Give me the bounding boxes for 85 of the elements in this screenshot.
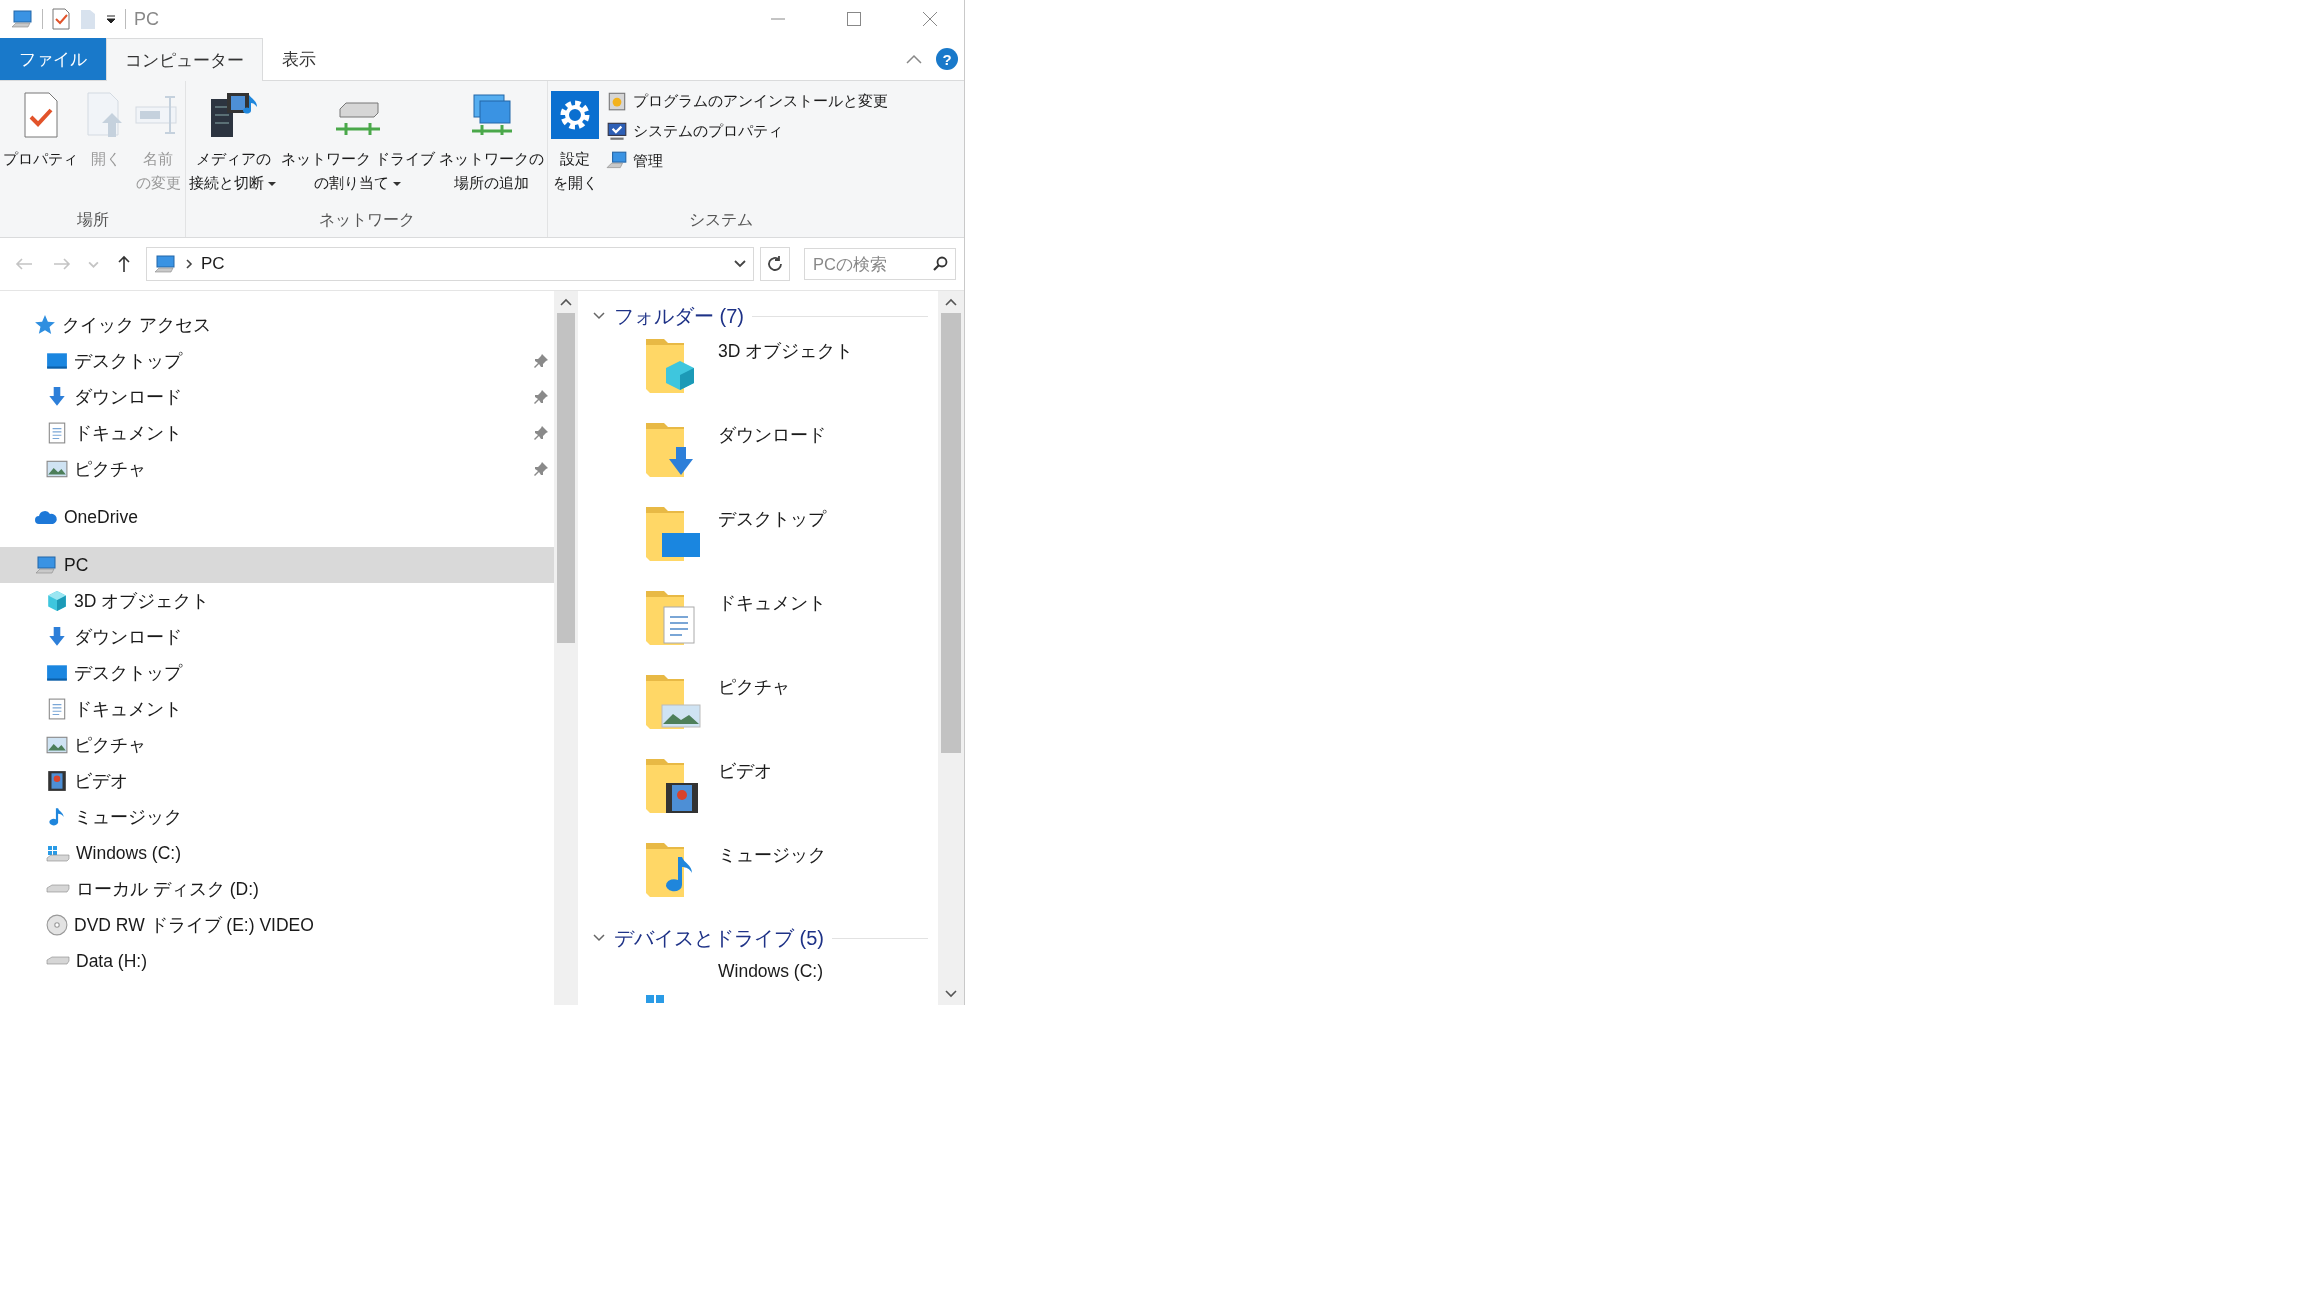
nav-item[interactable]: ダウンロード bbox=[0, 619, 554, 655]
nav-item[interactable]: クイック アクセス bbox=[0, 307, 554, 343]
pin-icon[interactable] bbox=[533, 461, 549, 477]
ribbon-tab[interactable]: ファイル bbox=[0, 38, 106, 80]
nav-item[interactable]: ドキュメント bbox=[0, 691, 554, 727]
monitor-icon bbox=[46, 662, 68, 684]
dropdown-caret-icon[interactable] bbox=[105, 13, 117, 25]
checkmark-document-icon[interactable] bbox=[51, 8, 71, 30]
dropdown-chevron-icon[interactable] bbox=[733, 259, 747, 269]
scrollbar[interactable] bbox=[554, 291, 578, 1005]
cube-icon bbox=[46, 590, 68, 612]
pin-icon[interactable] bbox=[533, 353, 549, 369]
nav-item[interactable]: ドキュメント bbox=[0, 415, 554, 451]
landscape-picture-icon bbox=[46, 458, 68, 480]
computer-icon bbox=[153, 253, 177, 275]
ribbon-tab[interactable]: コンピューター bbox=[106, 38, 263, 81]
refresh-icon bbox=[766, 255, 784, 273]
document-icon bbox=[46, 422, 68, 444]
monitor-check-icon bbox=[606, 120, 629, 142]
scrollbar[interactable] bbox=[938, 291, 964, 1005]
ribbon-group-label: ネットワーク bbox=[317, 210, 416, 230]
search-icon bbox=[932, 256, 948, 272]
chevron-icon[interactable] bbox=[592, 933, 606, 943]
chevron-right-icon bbox=[185, 258, 193, 270]
address-bar[interactable]: PC bbox=[146, 247, 754, 281]
landscape-picture-icon bbox=[46, 734, 68, 756]
ribbon-button[interactable]: 管理 bbox=[602, 147, 893, 175]
folder-name[interactable]: ミュージック bbox=[718, 837, 826, 867]
computer-icon bbox=[10, 8, 34, 30]
nav-item[interactable]: DVD RW ドライブ (E:) VIDEO bbox=[0, 907, 554, 943]
help-button[interactable]: ? bbox=[936, 48, 958, 70]
group-header[interactable]: デバイスとドライブ (5) bbox=[614, 924, 824, 952]
nav-item[interactable]: デスクトップ bbox=[0, 343, 554, 379]
star-icon bbox=[34, 314, 56, 336]
nav-item[interactable]: ピクチャ bbox=[0, 451, 554, 487]
ribbon-group-label: 場所 bbox=[75, 210, 110, 230]
ribbon-tab[interactable]: 表示 bbox=[263, 38, 335, 80]
ribbon-group-label: システム bbox=[688, 210, 755, 230]
search-field[interactable]: PCの検索 bbox=[804, 248, 956, 280]
pin-icon[interactable] bbox=[533, 425, 549, 441]
scroll-up-icon[interactable] bbox=[945, 298, 957, 306]
scroll-down-icon[interactable] bbox=[945, 990, 957, 998]
document-icon bbox=[46, 698, 68, 720]
nav-item[interactable]: デスクトップ bbox=[0, 655, 554, 691]
nav-item[interactable]: PC bbox=[0, 547, 554, 583]
nav-item[interactable]: ダウンロード bbox=[0, 379, 554, 415]
refresh-button[interactable] bbox=[760, 247, 790, 281]
collapse-ribbon-icon[interactable] bbox=[906, 54, 922, 64]
minimize-icon bbox=[770, 18, 786, 20]
nav-item[interactable]: Windows (C:) bbox=[0, 835, 554, 871]
settings-icon bbox=[551, 91, 600, 139]
nav-item[interactable]: ローカル ディスク (D:) bbox=[0, 871, 554, 907]
folder-name[interactable]: ダウンロード bbox=[718, 417, 826, 447]
window-title: PC bbox=[134, 8, 159, 30]
folder-name[interactable]: Windows (C:) bbox=[718, 955, 823, 982]
close-icon bbox=[922, 11, 938, 27]
folder-name[interactable]: 3D オブジェクト bbox=[718, 333, 854, 363]
folder-name[interactable]: デスクトップ bbox=[718, 501, 826, 531]
ribbon-button[interactable]: 設定 を開く bbox=[550, 85, 601, 206]
dropdown-caret-icon bbox=[392, 180, 403, 188]
maximize-icon bbox=[846, 11, 862, 27]
disc-icon bbox=[46, 914, 68, 936]
film-icon bbox=[46, 770, 68, 792]
scroll-up-icon[interactable] bbox=[560, 298, 572, 306]
ribbon-button[interactable]: プログラムのアンインストールと変更 bbox=[602, 87, 893, 115]
chevron-icon[interactable] bbox=[592, 311, 606, 321]
dropdown-caret-icon bbox=[267, 180, 277, 188]
ribbon-button[interactable]: ネットワークの 場所の追加 bbox=[438, 85, 546, 206]
nav-item[interactable]: 3D オブジェクト bbox=[0, 583, 554, 619]
nav-item[interactable]: ミュージック bbox=[0, 799, 554, 835]
group-header[interactable]: フォルダー (7) bbox=[614, 302, 744, 330]
nav-item[interactable]: Data (H:) bbox=[0, 943, 554, 979]
monitor-icon bbox=[46, 350, 68, 372]
ribbon-button[interactable]: システムのプロパティ bbox=[602, 117, 893, 145]
computer-icon bbox=[34, 554, 58, 576]
nav-item[interactable]: ビデオ bbox=[0, 763, 554, 799]
ribbon-button[interactable]: ネットワーク ドライブ の割り当て bbox=[280, 85, 437, 206]
pin-icon[interactable] bbox=[533, 389, 549, 405]
nav-item[interactable]: ピクチャ bbox=[0, 727, 554, 763]
folder-name[interactable]: ピクチャ bbox=[718, 669, 790, 699]
folder-name[interactable]: ビデオ bbox=[718, 753, 772, 783]
nav-item[interactable]: OneDrive bbox=[0, 499, 554, 535]
ribbon-button[interactable]: メディアの 接続と切断 bbox=[188, 85, 278, 206]
ribbon-button[interactable]: プロパティ bbox=[2, 85, 79, 206]
folder-name[interactable]: ドキュメント bbox=[718, 585, 826, 615]
